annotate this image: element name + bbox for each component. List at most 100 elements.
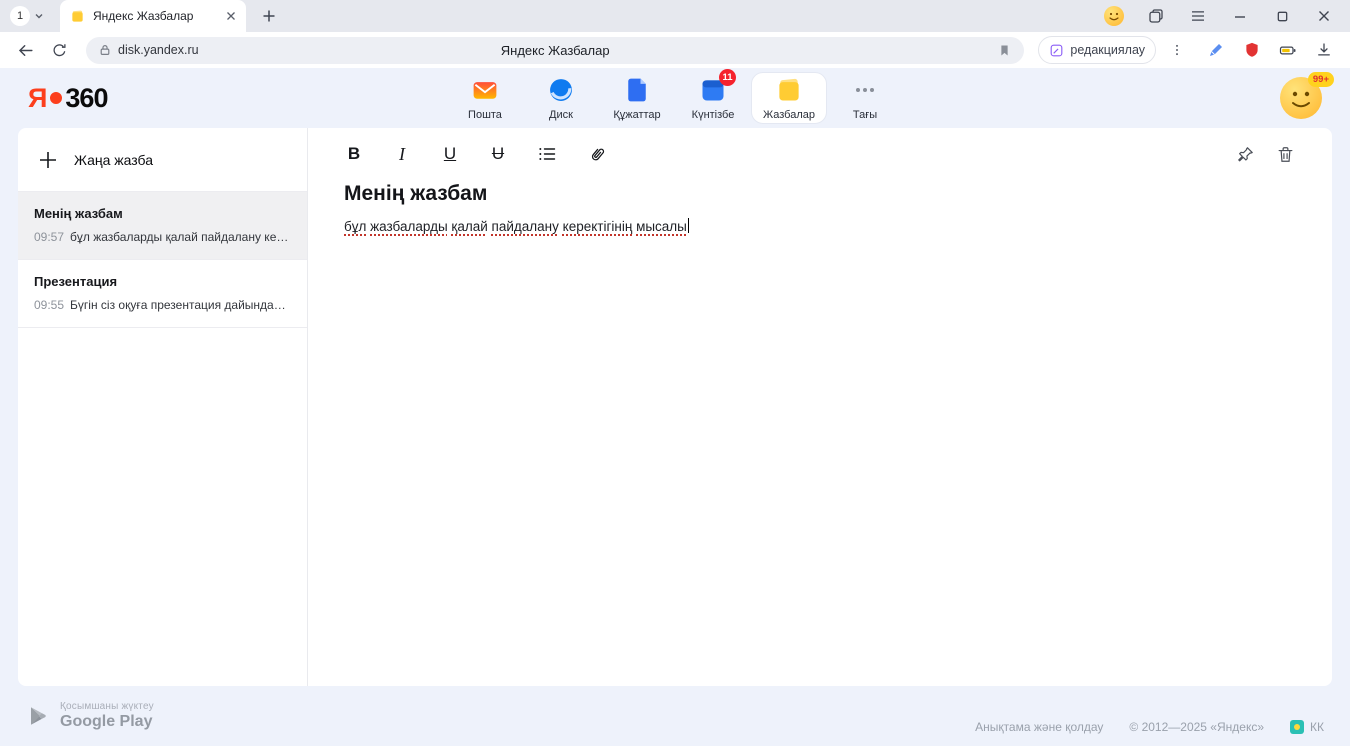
browser-menu-icon[interactable]	[1188, 6, 1208, 26]
address-host: disk.yandex.ru	[118, 43, 199, 57]
documents-icon	[622, 75, 652, 105]
edit-mode-label: редакциялау	[1070, 43, 1145, 57]
delete-note-button[interactable]	[1274, 143, 1296, 165]
notes-icon	[774, 75, 804, 105]
window-close-button[interactable]	[1314, 6, 1334, 26]
body-word: жазбаларды	[370, 219, 448, 234]
note-title: Менің жазбам	[34, 206, 291, 221]
language-flag-icon	[1290, 720, 1304, 734]
kebab-menu-icon[interactable]	[1164, 37, 1190, 63]
download-hint: Қосымшаны жүктеу	[60, 701, 154, 712]
address-bar[interactable]: disk.yandex.ru Яндекс Жазбалар	[86, 37, 1024, 64]
note-list-item[interactable]: Презентация 09:55 Бүгін сіз оқуға презен…	[18, 260, 307, 328]
calendar-icon: 11	[698, 75, 728, 105]
note-list-item[interactable]: Менің жазбам 09:57 бұл жазбаларды қалай …	[18, 192, 307, 260]
notes-favicon	[70, 9, 85, 24]
logo-ring-icon	[50, 92, 62, 104]
service-label: Диск	[549, 109, 573, 121]
copyright-text: © 2012—2025 «Яндекс»	[1129, 720, 1264, 734]
language-label: КК	[1310, 720, 1324, 734]
note-editor-text[interactable]: бұл жазбаларды қалай пайдалану керектігі…	[344, 217, 1296, 237]
service-disk[interactable]: Диск	[523, 72, 599, 124]
tab-group-count: 1	[10, 6, 30, 26]
bold-button[interactable]: B	[344, 142, 364, 166]
window-maximize-button[interactable]	[1272, 6, 1292, 26]
page-footer: Қосымшаны жүктеу Google Play Анықтама жә…	[0, 686, 1350, 746]
more-dots-icon	[850, 75, 880, 105]
page-title: Яндекс Жазбалар	[501, 43, 610, 58]
yandex360-header: Я 360 Пошта Диск Құжаттар 11	[0, 68, 1350, 128]
window-minimize-button[interactable]	[1230, 6, 1250, 26]
logo-360-text: 360	[65, 83, 107, 114]
bullet-list-button[interactable]	[536, 143, 558, 165]
downloads-icon[interactable]	[1314, 40, 1334, 60]
page-content: Жаңа жазба Менің жазбам 09:57 бұл жазбал…	[0, 128, 1350, 686]
edit-pencil-icon	[1049, 43, 1064, 58]
language-switcher[interactable]: КК	[1290, 720, 1324, 734]
new-note-button[interactable]: Жаңа жазба	[18, 128, 307, 192]
body-word: бұл	[344, 219, 366, 234]
tab-title: Яндекс Жазбалар	[93, 9, 218, 23]
logo-ya-letter: Я	[28, 83, 47, 114]
calendar-badge: 11	[719, 69, 736, 86]
body-word: қалай	[451, 219, 487, 234]
pin-note-button[interactable]	[1234, 143, 1256, 165]
services-nav: Пошта Диск Құжаттар 11 Күнтізбе Жазб	[447, 72, 903, 124]
refresh-button[interactable]	[46, 37, 72, 63]
pen-extension-icon[interactable]	[1206, 40, 1226, 60]
note-snippet: бұл жазбаларды қалай пайдалану ке…	[70, 230, 288, 244]
attach-file-button[interactable]	[586, 143, 608, 165]
user-emoji-icon[interactable]	[1104, 6, 1124, 26]
underline-button[interactable]: U	[440, 142, 460, 166]
plus-icon	[38, 150, 58, 170]
service-notes[interactable]: Жазбалар	[751, 72, 827, 124]
service-calendar[interactable]: 11 Күнтізбе	[675, 72, 751, 124]
battery-icon[interactable]	[1278, 40, 1298, 60]
service-label: Жазбалар	[763, 109, 815, 121]
edit-mode-button[interactable]: редакциялау	[1038, 36, 1156, 64]
notes-app-panel: Жаңа жазба Менің жазбам 09:57 бұл жазбал…	[18, 128, 1332, 686]
back-button[interactable]	[12, 37, 38, 63]
browser-tab[interactable]: Яндекс Жазбалар	[60, 0, 246, 32]
note-title: Презентация	[34, 274, 291, 289]
tabs-panel-icon[interactable]	[1146, 6, 1166, 26]
store-name: Google Play	[60, 713, 154, 731]
notifications-badge: 99+	[1308, 72, 1334, 87]
tab-group-chip[interactable]: 1	[10, 6, 44, 26]
plus-icon	[262, 9, 276, 23]
mail-icon	[470, 75, 500, 105]
new-note-label: Жаңа жазба	[74, 152, 153, 168]
user-avatar[interactable]: 99+	[1280, 77, 1322, 119]
service-label: Тағы	[853, 109, 877, 121]
note-time: 09:57	[34, 230, 64, 244]
service-mail[interactable]: Пошта	[447, 72, 523, 124]
service-docs[interactable]: Құжаттар	[599, 72, 675, 124]
note-editor: B I U U	[308, 128, 1332, 686]
yandex360-logo[interactable]: Я 360	[28, 83, 107, 114]
bookmark-icon[interactable]	[997, 43, 1012, 58]
chevron-down-icon	[34, 11, 44, 21]
browser-tab-bar: 1 Яндекс Жазбалар	[0, 0, 1350, 32]
format-toolbar: B I U U	[308, 128, 1332, 180]
service-more[interactable]: Тағы	[827, 72, 903, 124]
google-play-link[interactable]: Қосымшаны жүктеу Google Play	[26, 701, 154, 731]
google-play-icon	[26, 704, 50, 728]
text-caret	[688, 218, 690, 233]
service-label: Күнтізбе	[692, 109, 735, 121]
note-body-area[interactable]: Менің жазбам бұл жазбаларды қалай пайдал…	[308, 180, 1332, 237]
protect-shield-icon[interactable]	[1242, 40, 1262, 60]
help-link[interactable]: Анықтама және қолдау	[975, 720, 1103, 734]
service-label: Пошта	[468, 109, 502, 121]
italic-button[interactable]: I	[392, 142, 412, 166]
browser-toolbar: disk.yandex.ru Яндекс Жазбалар редакциял…	[0, 32, 1350, 68]
strikethrough-button[interactable]: U	[488, 142, 508, 166]
body-word: керектігінің	[563, 219, 633, 234]
notes-sidebar: Жаңа жазба Менің жазбам 09:57 бұл жазбал…	[18, 128, 308, 686]
note-time: 09:55	[34, 298, 64, 312]
body-word: мысалы	[636, 219, 687, 234]
lock-icon	[98, 43, 112, 57]
tab-close-icon[interactable]	[226, 11, 236, 21]
body-word: пайдалану	[492, 219, 559, 234]
note-editor-title[interactable]: Менің жазбам	[344, 182, 1296, 206]
new-tab-button[interactable]	[256, 3, 282, 29]
